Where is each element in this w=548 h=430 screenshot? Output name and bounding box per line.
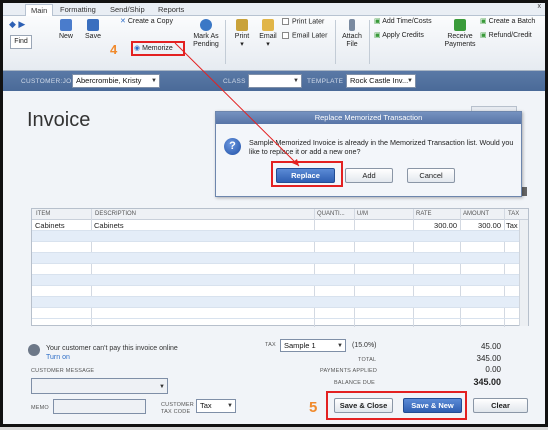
quickbooks-invoice-window: Main Formatting Send/Ship Reports x ◆ ▶ … [0,0,548,427]
annotation-arrow [174,42,300,167]
arrow-line [174,42,300,167]
